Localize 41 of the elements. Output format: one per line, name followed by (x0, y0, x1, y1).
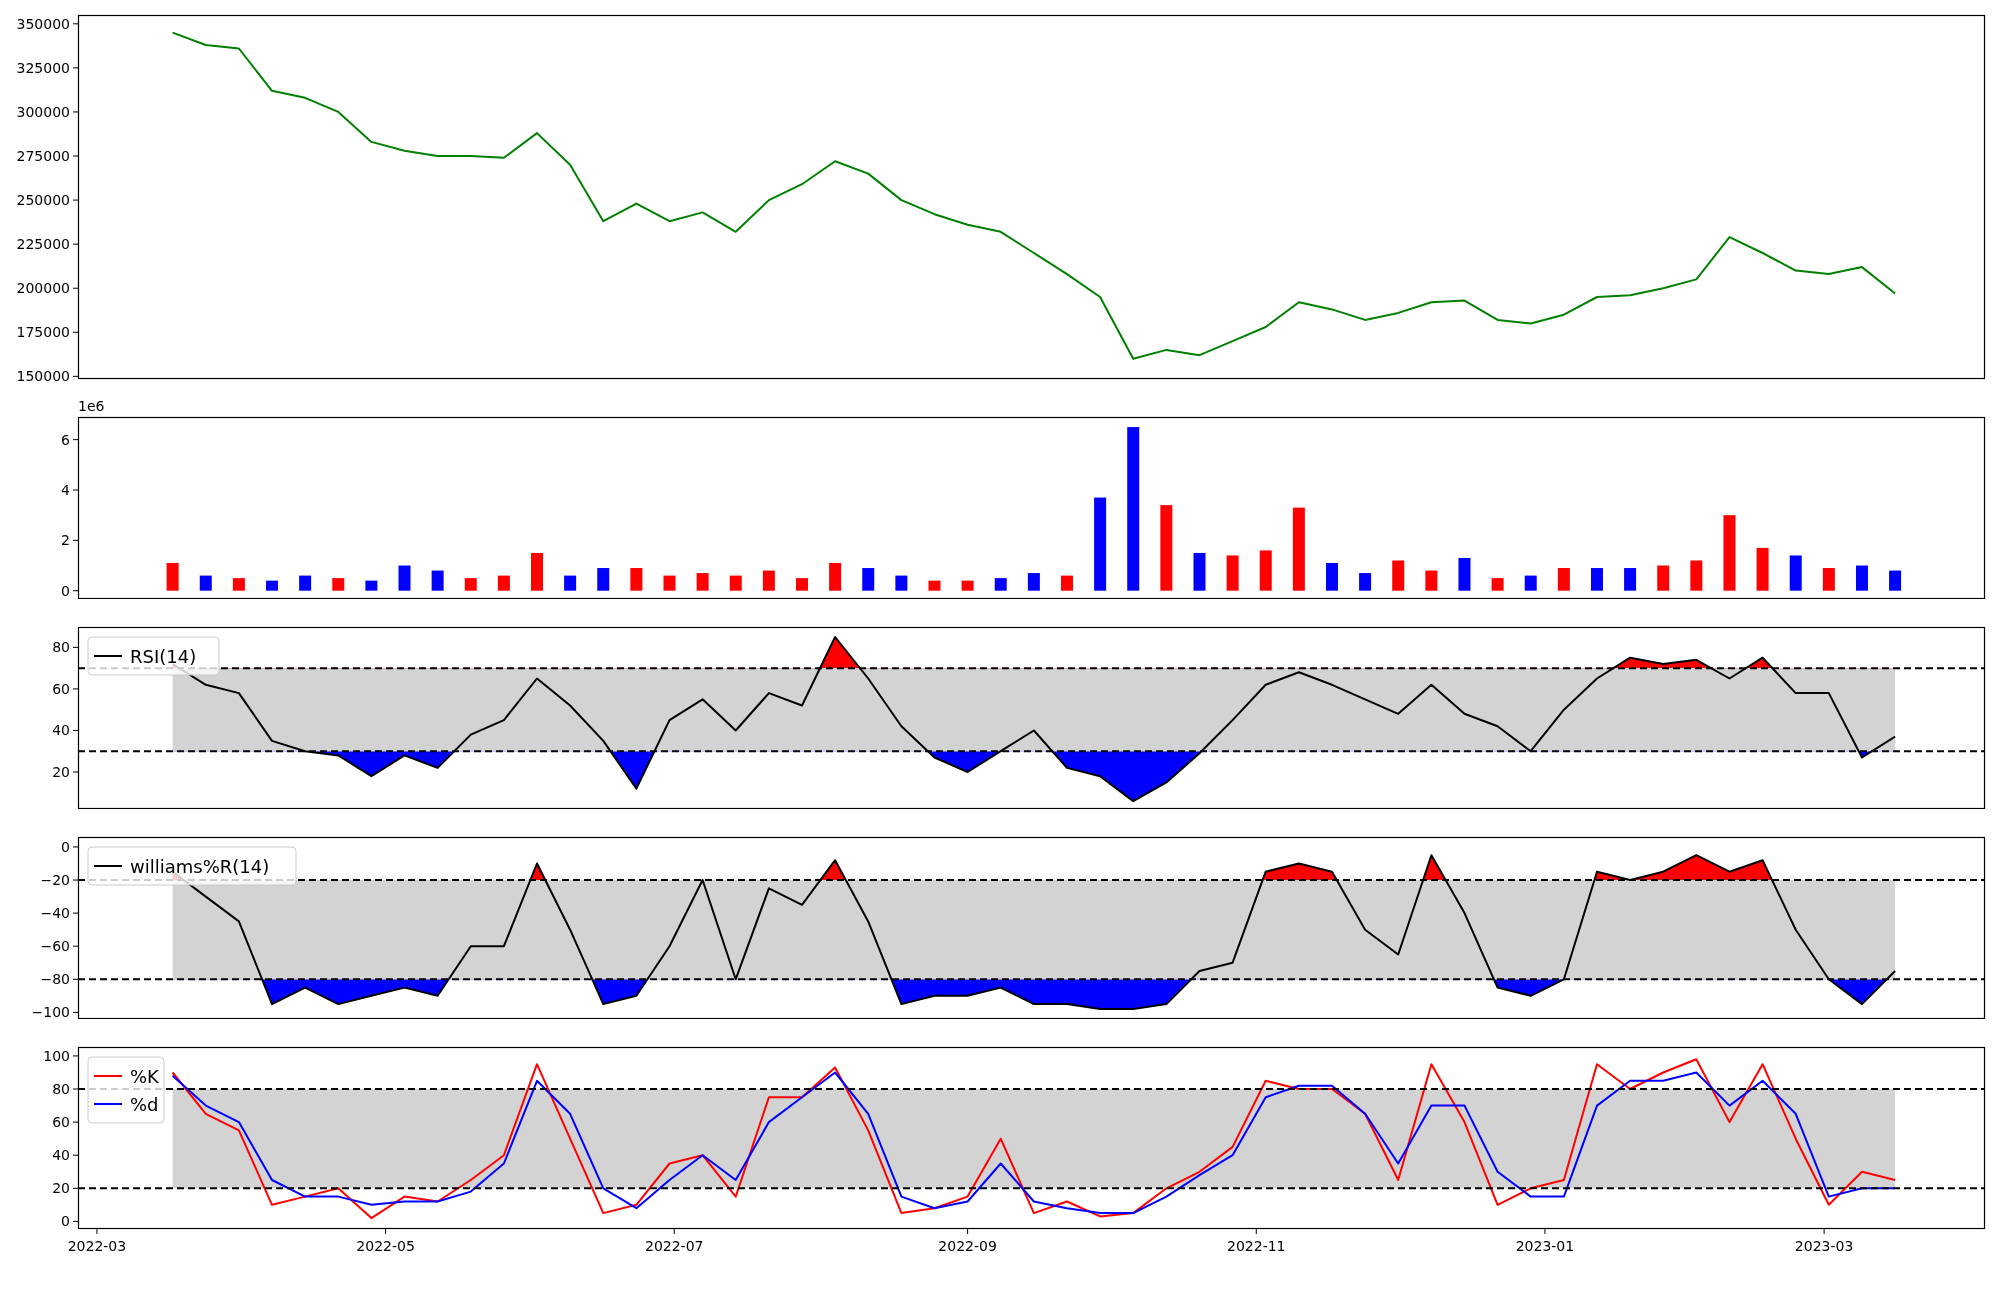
y-tick-label: 40 (52, 722, 70, 739)
y-tick-label: 80 (52, 1081, 70, 1098)
y-tick-label: 6 (61, 431, 70, 448)
y-tick-label: 350000 (16, 15, 70, 32)
y-tick-label: 60 (52, 680, 70, 697)
y-tick-label: 20 (52, 764, 70, 780)
y-tick-label: 225000 (16, 236, 70, 253)
x-tick-label: 2023-03 (1794, 1238, 1854, 1254)
y-tick-label: 40 (52, 1147, 70, 1164)
y-tick-label: 250000 (16, 192, 70, 209)
y-tick-label: 0 (61, 582, 70, 599)
y-tick-label: 0 (61, 1213, 70, 1230)
y-tick-label: 60 (52, 1114, 70, 1131)
y-tick-label: 200000 (16, 280, 70, 297)
y-tick-label: 4 (61, 482, 70, 498)
axis-multiplier-label: 1e6 (78, 398, 105, 414)
y-tick-label: 80 (52, 639, 70, 656)
x-tick-label: 2022-03 (67, 1238, 127, 1254)
y-tick-label: 150000 (16, 368, 70, 385)
y-tick-label: −80 (40, 971, 70, 988)
x-tick-label: 2023-01 (1515, 1238, 1575, 1254)
y-tick-label: −100 (31, 1004, 70, 1019)
y-tick-label: 275000 (16, 148, 70, 164)
x-tick-label: 2022-11 (1227, 1238, 1286, 1254)
y-tick-label: −40 (40, 905, 70, 922)
legend-label: RSI(14) (130, 646, 197, 667)
x-tick-label: 2022-07 (645, 1238, 704, 1254)
y-tick-label: 100 (43, 1047, 70, 1064)
y-tick-label: −20 (40, 872, 70, 888)
y-tick-label: 325000 (16, 59, 70, 76)
legend-label: williams%R(14) (130, 856, 270, 877)
y-tick-label: 0 (61, 838, 70, 855)
y-tick-label: 2 (61, 532, 70, 549)
y-tick-label: 20 (52, 1180, 70, 1197)
x-tick-label: 2022-09 (938, 1238, 997, 1254)
legend-label: %d (130, 1094, 159, 1115)
x-tick-label: 2022-05 (356, 1238, 415, 1254)
y-tick-label: 175000 (16, 324, 70, 341)
legend-label: %K (130, 1066, 159, 1087)
y-tick-label: 300000 (16, 103, 70, 120)
y-tick-label: −60 (40, 938, 70, 955)
